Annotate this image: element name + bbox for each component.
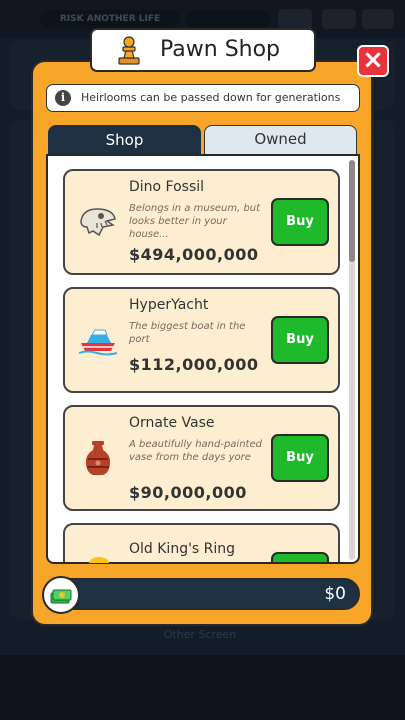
item-description: A beautifully hand-painted vase from the… (129, 439, 262, 463)
cash-icon-holder (42, 576, 80, 614)
item-price: $90,000,000 (129, 483, 247, 502)
dino-skull-icon (80, 208, 116, 237)
item-price: $112,000,000 (129, 355, 259, 374)
modal-title: Pawn Shop (160, 37, 281, 62)
info-icon: i (55, 90, 71, 106)
pawn-icon (118, 36, 140, 65)
item-name: Old King's Ring (129, 541, 236, 557)
yacht-icon (78, 329, 118, 356)
cash-value: $0 (324, 584, 346, 604)
tab-owned[interactable]: Owned (204, 125, 357, 155)
modal-title-box: Pawn Shop (90, 28, 316, 72)
shop-item: Old King's Ring (63, 523, 340, 563)
info-banner: i Heirlooms can be passed down for gener… (46, 84, 360, 112)
buy-button[interactable]: Buy (271, 316, 329, 364)
item-description: Belongs in a museum, but looks better in… (129, 203, 261, 240)
shop-item: HyperYacht The biggest boat in the port … (63, 287, 340, 393)
buy-button[interactable]: Buy (271, 198, 329, 246)
buy-button[interactable]: Buy (271, 434, 329, 482)
shop-item: Ornate Vase A beautifully hand-painted v… (63, 405, 340, 511)
close-button[interactable]: × (357, 45, 389, 77)
item-name: Dino Fossil (129, 179, 205, 195)
tab-shop[interactable]: Shop (48, 125, 201, 155)
shop-item: Dino Fossil Belongs in a museum, but loo… (63, 169, 340, 275)
vase-icon (85, 441, 111, 475)
item-name: Ornate Vase (129, 415, 215, 431)
item-description: The biggest boat in the port (129, 321, 246, 345)
buy-button[interactable] (271, 552, 329, 562)
ring-icon (89, 557, 109, 563)
list-scrollbar-thumb[interactable] (349, 160, 355, 262)
info-text: Heirlooms can be passed down for generat… (81, 91, 341, 104)
item-name: HyperYacht (129, 297, 209, 313)
item-price: $494,000,000 (129, 245, 259, 264)
money-icon (50, 589, 72, 604)
